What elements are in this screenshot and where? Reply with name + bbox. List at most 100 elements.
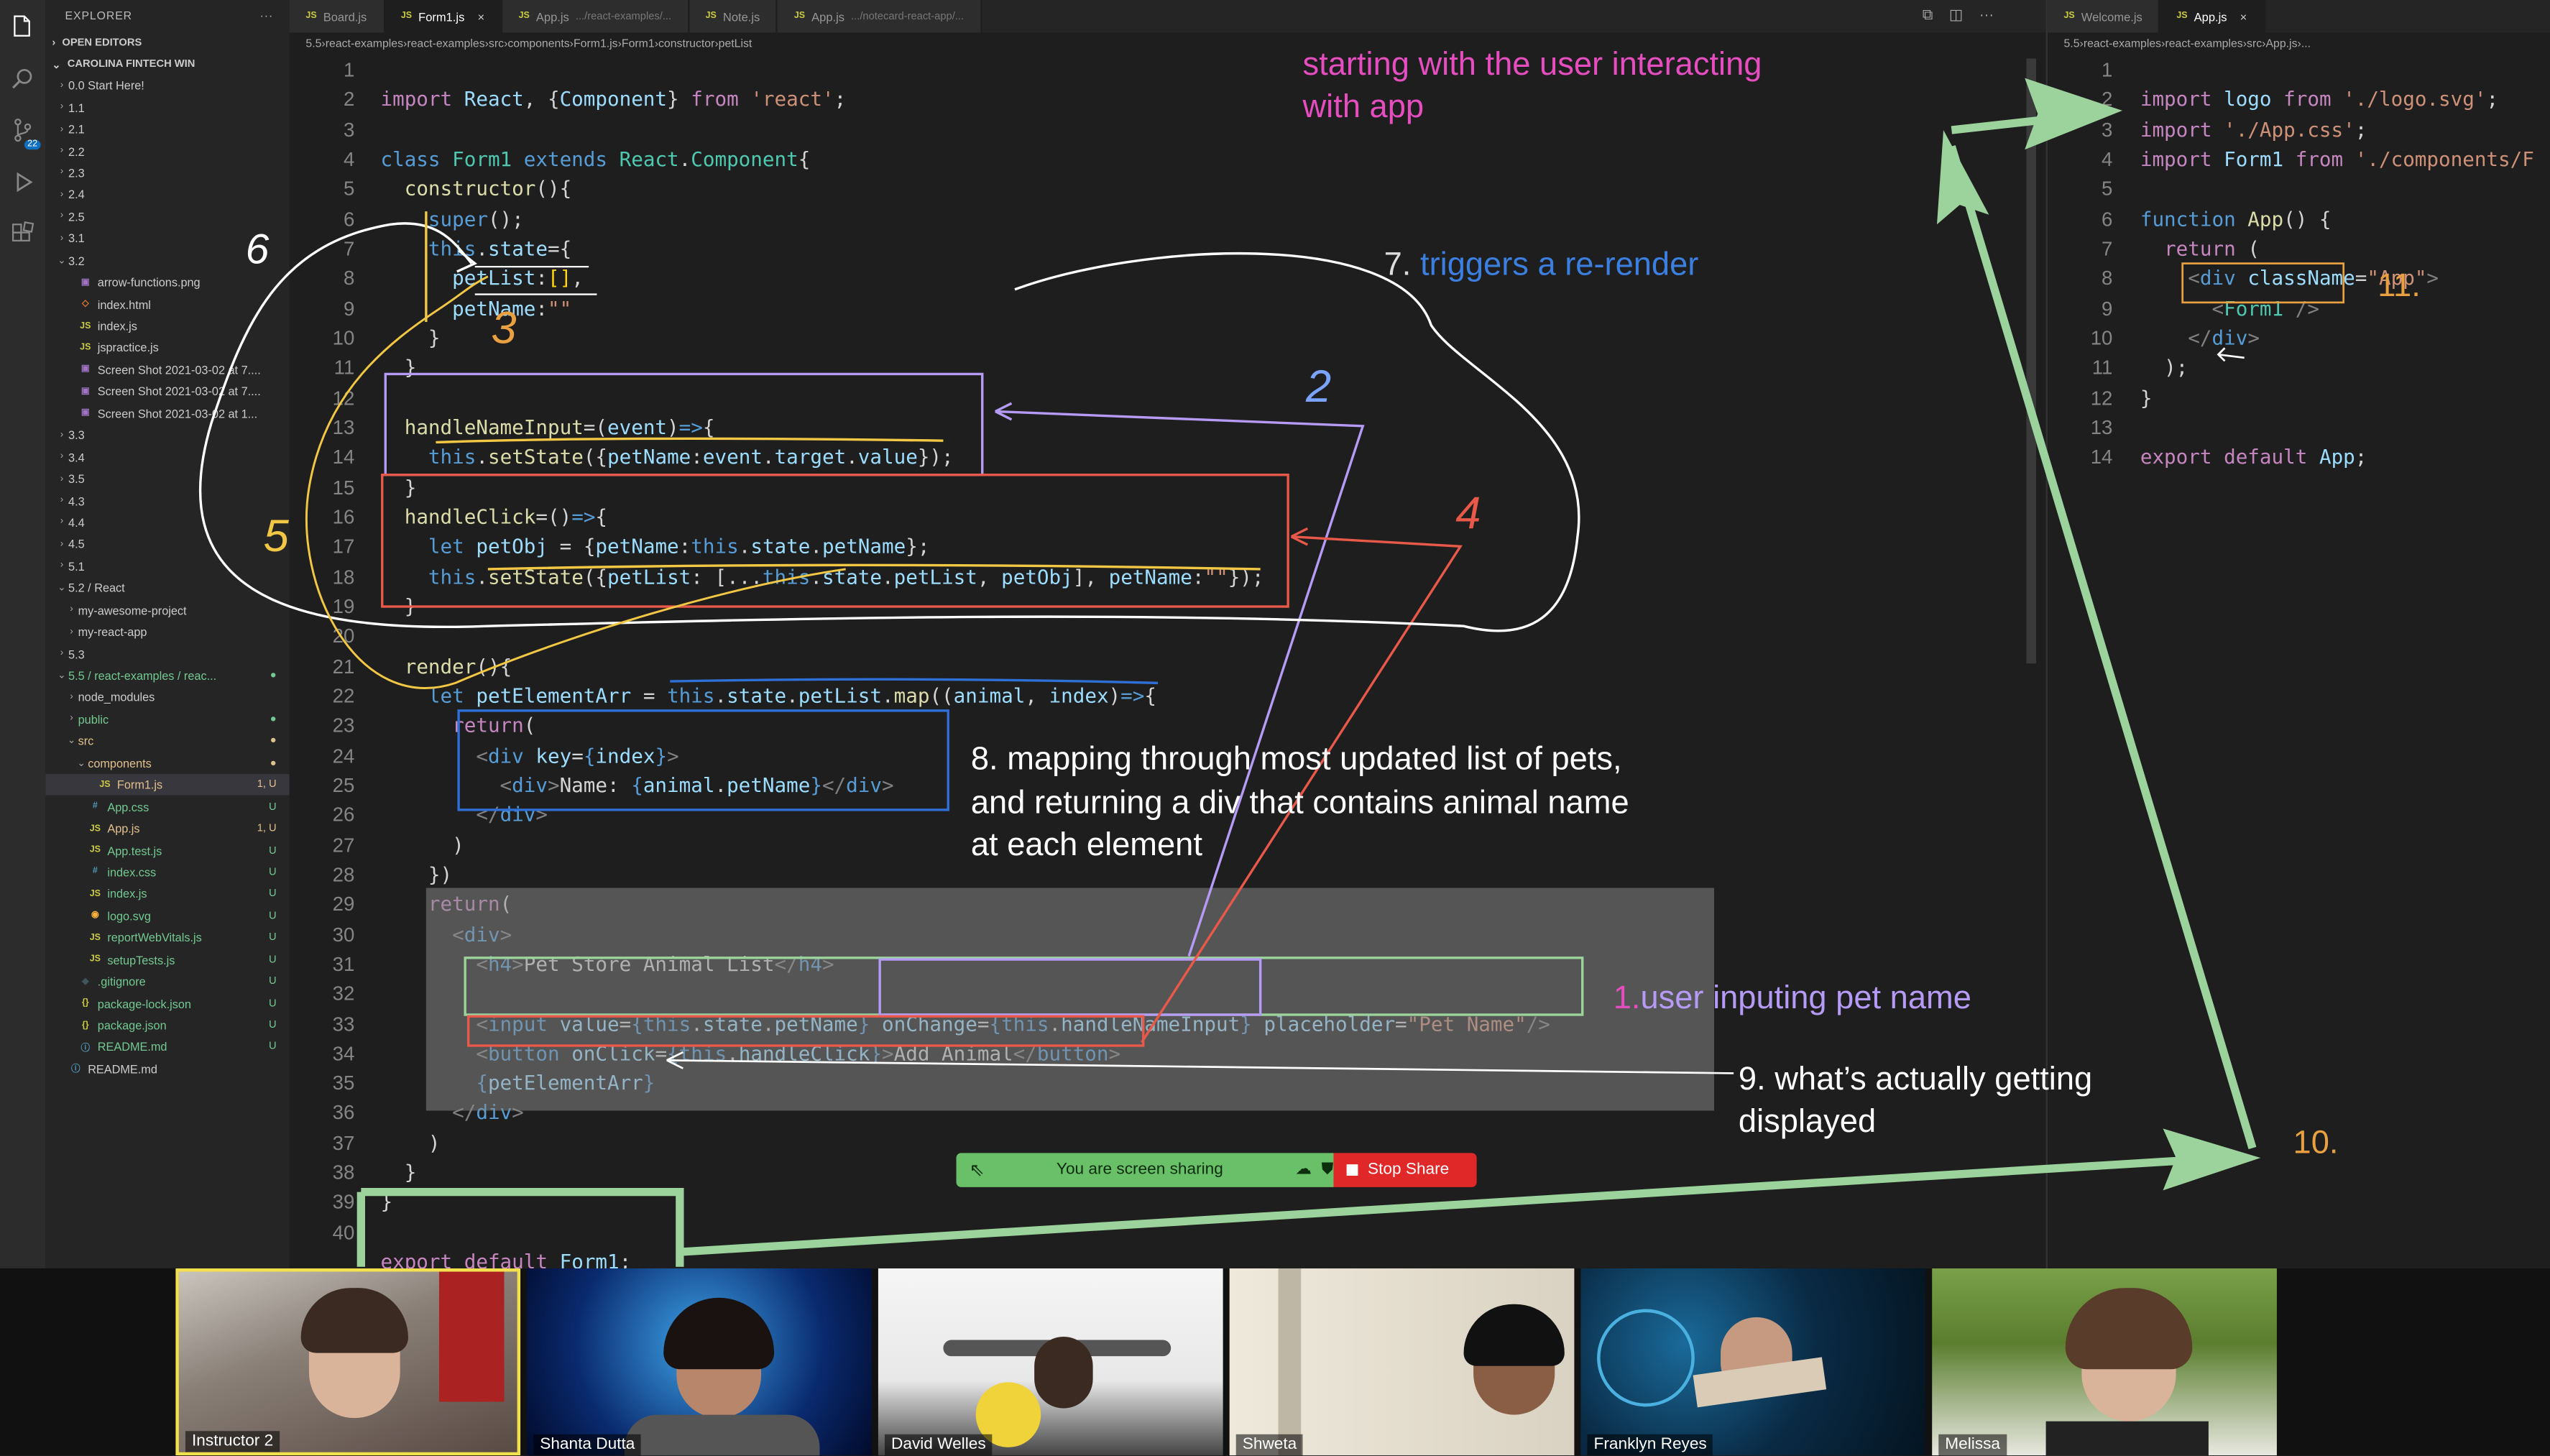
tree-item[interactable]: JS Form1.js 1, U bbox=[45, 774, 290, 796]
tree-item[interactable]: JS reportWebVitals.js U bbox=[45, 927, 289, 949]
tree-item[interactable]: ▣ Screen Shot 2021-03-02 at 7.... bbox=[45, 381, 289, 402]
tree-item[interactable]: ⓘ README.md bbox=[45, 1058, 289, 1079]
tree-item[interactable]: › 3.4 bbox=[45, 446, 289, 468]
tree-item-label: App.js bbox=[107, 821, 140, 837]
compare-icon[interactable]: ⧉ bbox=[1923, 6, 1933, 24]
editor-tab[interactable]: JS Board.js bbox=[289, 0, 385, 33]
tree-item[interactable]: ⌄ 5.2 / React bbox=[45, 577, 289, 599]
participant-tile[interactable]: Instructor 2 bbox=[175, 1268, 521, 1456]
participant-tile[interactable]: Melissa bbox=[1932, 1268, 2277, 1456]
split-editor-icon[interactable]: ◫ bbox=[1949, 6, 1963, 24]
cloud-icon[interactable]: ☁ bbox=[1295, 1161, 1312, 1179]
tree-item[interactable]: › 2.1 bbox=[45, 119, 289, 140]
handwritten-5: 5 bbox=[263, 510, 289, 561]
tree-item[interactable]: › my-awesome-project bbox=[45, 599, 289, 621]
breadcrumb-item[interactable]: src bbox=[489, 38, 504, 50]
tree-item[interactable]: › 0.0 Start Here! bbox=[45, 75, 289, 96]
line-number: 3 bbox=[2102, 118, 2113, 142]
tree-item[interactable]: › 1.1 bbox=[45, 96, 289, 118]
breadcrumb-item[interactable]: petList bbox=[719, 38, 752, 50]
editor-tab[interactable]: JS Note.js bbox=[689, 0, 778, 33]
run-debug-icon[interactable] bbox=[0, 156, 45, 208]
participant-tile[interactable]: Franklyn Reyes bbox=[1580, 1268, 1926, 1456]
right-line-numbers: 1 2 3 4 5 6 7 8 9 10 11 12 13 14 bbox=[2048, 55, 2113, 473]
tree-item[interactable]: › my-react-app bbox=[45, 621, 289, 642]
line-number: 3 bbox=[343, 118, 355, 142]
tree-item[interactable]: › 3.3 bbox=[45, 425, 289, 446]
line-number: 33 bbox=[332, 1012, 355, 1036]
breadcrumb-item[interactable]: src bbox=[2247, 38, 2262, 50]
tab-label: Board.js bbox=[323, 9, 367, 24]
breadcrumb-item[interactable]: components bbox=[507, 38, 569, 50]
tree-item[interactable]: › 5.1 bbox=[45, 556, 289, 577]
tree-item[interactable]: ⌄ 5.5 / react-examples / reac... ● bbox=[45, 665, 289, 686]
more-actions-icon[interactable]: ··· bbox=[260, 11, 274, 22]
tree-item[interactable]: › 4.5 bbox=[45, 534, 289, 556]
tree-item[interactable]: › 2.4 bbox=[45, 184, 289, 206]
tree-item[interactable]: JS index.js bbox=[45, 315, 289, 337]
breadcrumb-item[interactable]: Form1 bbox=[622, 38, 655, 50]
open-editors-section[interactable]: › OPEN EDITORS bbox=[45, 32, 289, 53]
extensions-icon[interactable] bbox=[0, 208, 45, 260]
breadcrumb-item[interactable]: Form1.js bbox=[574, 38, 618, 50]
editor-tab[interactable]: JS App.js .../notecard-react-app/... bbox=[778, 0, 982, 33]
tree-item[interactable]: ⌄ components ● bbox=[45, 752, 289, 774]
tree-item[interactable]: › 3.5 bbox=[45, 468, 289, 489]
code-app[interactable]: import logo from './logo.svg'; import '.… bbox=[2140, 55, 2534, 473]
tree-item[interactable]: ▣ Screen Shot 2021-03-02 at 7.... bbox=[45, 359, 289, 380]
participant-tile[interactable]: Shanta Dutta bbox=[527, 1268, 872, 1456]
tree-item[interactable]: ▣ Screen Shot 2021-03-02 at 1... bbox=[45, 402, 289, 424]
more-actions-icon[interactable]: ··· bbox=[1979, 6, 1994, 24]
tree-item[interactable]: JS App.test.js U bbox=[45, 839, 289, 861]
tree-item[interactable]: › 2.3 bbox=[45, 162, 289, 184]
tree-item[interactable]: › 5.3 bbox=[45, 643, 289, 665]
tree-item[interactable]: ◆ .gitignore U bbox=[45, 971, 289, 992]
breadcrumb-item[interactable]: 5.5 bbox=[305, 38, 321, 50]
breadcrumb-item[interactable]: react-examples bbox=[407, 38, 484, 50]
tree-item-label: 4.4 bbox=[68, 515, 85, 530]
tree-item-label: 3.4 bbox=[68, 450, 85, 465]
tree-item[interactable]: ⓘ README.md U bbox=[45, 1036, 289, 1058]
tree-item[interactable]: {} package.json U bbox=[45, 1015, 289, 1036]
participant-tile[interactable]: Shweta bbox=[1229, 1268, 1575, 1456]
editor-scrollbar[interactable] bbox=[2026, 58, 2037, 664]
participant-name: Instructor 2 bbox=[185, 1431, 280, 1452]
editor-tab[interactable]: JS Welcome.js bbox=[2047, 0, 2160, 33]
editor-tab[interactable]: JS Form1.js × bbox=[385, 0, 502, 33]
tab-label: Form1.js bbox=[418, 9, 465, 24]
tree-item[interactable]: JS jspractice.js bbox=[45, 337, 289, 359]
tree-item[interactable]: › 2.2 bbox=[45, 140, 289, 162]
tree-item[interactable]: › node_modules bbox=[45, 686, 289, 708]
source-control-icon[interactable]: 22 bbox=[0, 104, 45, 156]
tree-item[interactable]: {} package-lock.json U bbox=[45, 992, 289, 1014]
editor-tab[interactable]: JS App.js × bbox=[2160, 0, 2265, 33]
search-icon[interactable] bbox=[0, 52, 45, 103]
breadcrumb-item[interactable]: 5.5 bbox=[2063, 38, 2079, 50]
explorer-icon[interactable] bbox=[0, 0, 45, 52]
tree-item[interactable]: › 4.4 bbox=[45, 512, 289, 533]
breadcrumb-item[interactable]: constructor bbox=[658, 38, 714, 50]
tree-item[interactable]: › 4.3 bbox=[45, 490, 289, 512]
tree-item[interactable]: JS index.js U bbox=[45, 883, 289, 905]
workspace-section[interactable]: ⌄ CAROLINA FINTECH WIN bbox=[45, 54, 289, 75]
tree-item[interactable]: › public ● bbox=[45, 709, 289, 730]
close-tab-icon[interactable]: × bbox=[477, 9, 484, 23]
breadcrumb-item[interactable]: react-examples bbox=[326, 38, 403, 50]
tree-item[interactable]: ⌄ src ● bbox=[45, 730, 289, 752]
breadcrumb-item[interactable]: react-examples bbox=[2165, 38, 2242, 50]
drag-handle-icon[interactable]: ⇖ bbox=[970, 1159, 985, 1181]
tree-item[interactable]: ◉ logo.svg U bbox=[45, 906, 289, 927]
tree-item[interactable]: # App.css U bbox=[45, 796, 289, 817]
close-tab-icon[interactable]: × bbox=[2240, 9, 2247, 23]
git-status-badge: U bbox=[269, 1041, 277, 1054]
editor-tab[interactable]: JS App.js .../react-examples/... bbox=[502, 0, 690, 33]
tree-item[interactable]: ◇ index.html bbox=[45, 293, 289, 315]
participant-tile[interactable]: David Welles bbox=[878, 1268, 1223, 1456]
breadcrumb-item[interactable]: App.js bbox=[2265, 38, 2297, 50]
breadcrumb-item[interactable]: react-examples bbox=[2084, 38, 2161, 50]
stop-share-button[interactable]: Stop Share bbox=[1333, 1153, 1477, 1187]
tree-item[interactable]: # index.css U bbox=[45, 862, 289, 883]
tree-item[interactable]: JS App.js 1, U bbox=[45, 818, 289, 839]
breadcrumb-item[interactable]: ... bbox=[2301, 38, 2311, 50]
tree-item[interactable]: JS setupTests.js U bbox=[45, 949, 289, 970]
